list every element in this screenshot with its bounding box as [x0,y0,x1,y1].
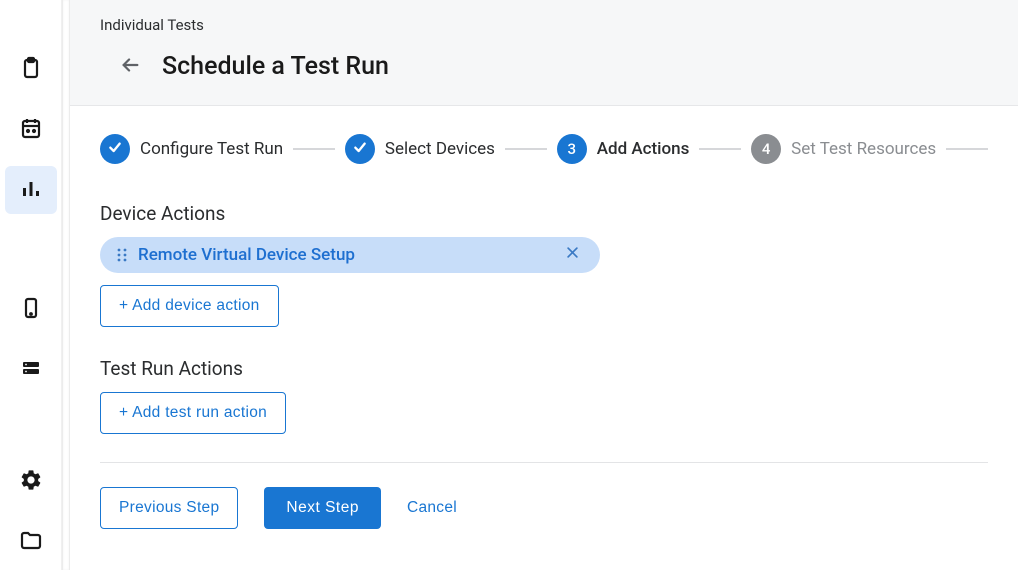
chip-close-button[interactable] [561,241,584,269]
divider [100,462,988,463]
step-indicator-done [100,134,130,164]
step-configure-test-run[interactable]: Configure Test Run [100,134,283,164]
check-icon [352,139,368,159]
bar-chart-icon [19,176,43,204]
vertical-divider [62,0,70,570]
step-indicator-done [345,134,375,164]
drag-handle-icon[interactable] [116,247,128,263]
page-header: Individual Tests Schedule a Test Run [70,0,1018,106]
sidebar-item-settings[interactable] [5,458,57,506]
page-title: Schedule a Test Run [162,52,389,81]
clipboard-icon [19,56,43,84]
sidebar-item-folder[interactable] [5,518,57,566]
sidebar-nav [0,0,62,570]
step-indicator-pending: 4 [751,134,781,164]
stepper: Configure Test Run Select Devices 3 Add … [70,106,1018,184]
step-connector [699,148,741,150]
calendar-icon [19,116,43,144]
close-icon [565,245,580,265]
add-device-action-button[interactable]: + Add device action [100,285,279,327]
sidebar-item-analytics[interactable] [5,166,57,214]
sidebar-item-server[interactable] [5,346,57,394]
device-actions-title: Device Actions [100,202,988,225]
back-button[interactable] [118,55,142,79]
add-test-run-action-button[interactable]: + Add test run action [100,392,286,434]
server-icon [19,356,43,384]
chip-label: Remote Virtual Device Setup [138,245,561,265]
step-connector [946,148,988,150]
previous-step-button[interactable]: Previous Step [100,487,238,529]
step-connector [293,148,335,150]
step-set-test-resources[interactable]: 4 Set Test Resources [751,134,936,164]
step-select-devices[interactable]: Select Devices [345,134,495,164]
gear-icon [19,468,43,496]
smartphone-icon [19,296,43,324]
folder-icon [19,528,43,556]
step-label: Configure Test Run [140,139,283,159]
arrow-left-icon [119,54,141,80]
step-label: Select Devices [385,139,495,159]
footer-actions: Previous Step Next Step Cancel [100,487,988,529]
check-icon [107,139,123,159]
sidebar-item-calendar[interactable] [5,106,57,154]
test-run-actions-title: Test Run Actions [100,357,988,380]
main-content: Individual Tests Schedule a Test Run Con [70,0,1018,570]
step-label: Add Actions [597,139,690,159]
step-add-actions[interactable]: 3 Add Actions [557,134,690,164]
breadcrumb: Individual Tests [100,16,988,34]
device-action-chip[interactable]: Remote Virtual Device Setup [100,237,600,273]
step-label: Set Test Resources [791,139,936,159]
sidebar-item-clipboard[interactable] [5,46,57,94]
next-step-button[interactable]: Next Step [264,487,381,529]
sidebar-item-device[interactable] [5,286,57,334]
cancel-button[interactable]: Cancel [407,499,457,517]
step-indicator-current: 3 [557,134,587,164]
step-connector [505,148,547,150]
